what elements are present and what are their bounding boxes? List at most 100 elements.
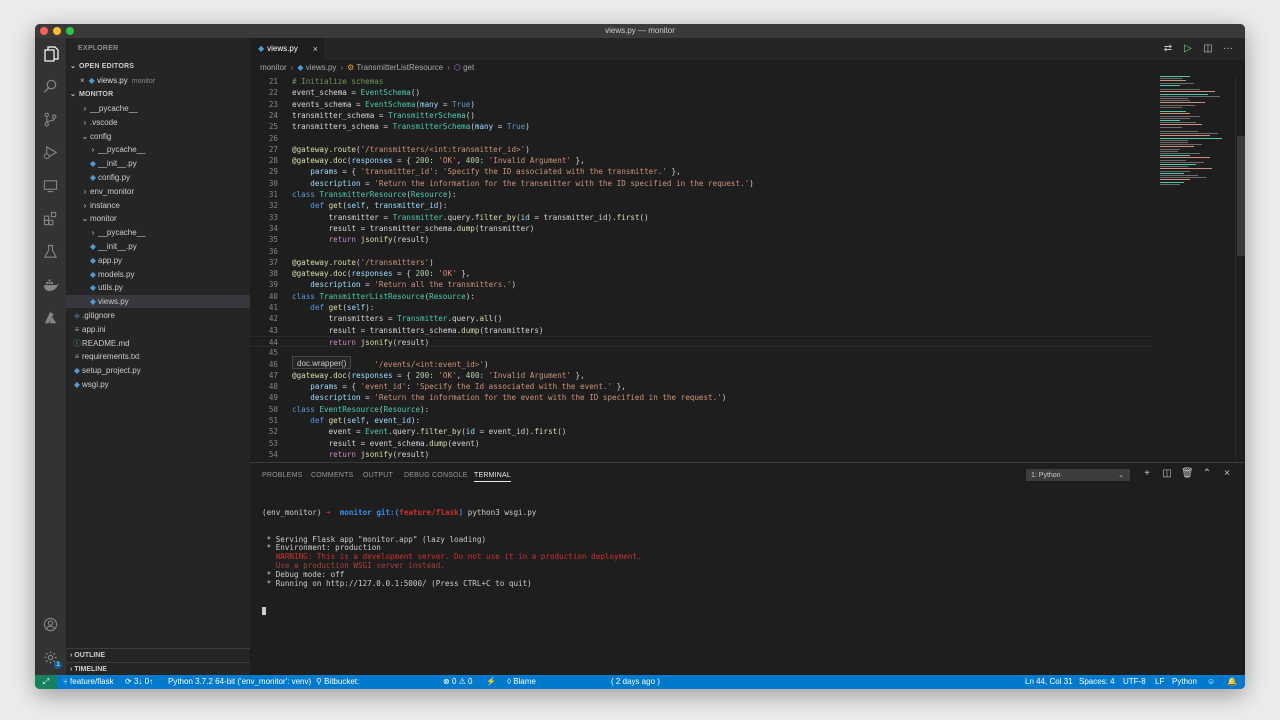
- tree-file[interactable]: ◆ wsgi.py: [66, 378, 250, 391]
- panel-tab-debug-console[interactable]: DEBUG CONSOLE: [404, 470, 468, 482]
- code-line[interactable]: 45: [250, 347, 1150, 358]
- minimap[interactable]: [1160, 76, 1235, 186]
- azure-icon[interactable]: [40, 307, 61, 328]
- extensions-icon[interactable]: [40, 208, 61, 229]
- panel-tab-output[interactable]: OUTPUT: [363, 470, 393, 482]
- code-line[interactable]: 48 params = { 'event_id': 'Specify the I…: [250, 381, 1150, 392]
- code-line[interactable]: 43 result = transmitters_schema.dump(tra…: [250, 325, 1150, 336]
- code-line[interactable]: 42 transmitters = Transmitter.query.all(…: [250, 313, 1150, 324]
- code-line[interactable]: 27 @gateway.route('/transmitters/<int:tra…: [250, 144, 1150, 155]
- tree-file[interactable]: ◆ views.py: [66, 295, 250, 309]
- code-line[interactable]: 54 return jsonify(result): [250, 449, 1150, 460]
- breadcrumb-folder[interactable]: monitor: [260, 63, 287, 72]
- run-file-icon[interactable]: ▷: [1182, 43, 1194, 55]
- split-editor-icon[interactable]: ◫: [1202, 43, 1214, 55]
- run-debug-icon[interactable]: [40, 142, 61, 163]
- tree-folder[interactable]: › __pycache__: [66, 102, 250, 115]
- code-line[interactable]: 37 @gateway.route('/transmitters'): [250, 257, 1150, 268]
- code-line[interactable]: 31 class TransmitterResource(Resource):: [250, 189, 1150, 200]
- tree-file[interactable]: ⓘREADME.md: [66, 337, 250, 350]
- code-line[interactable]: 32 def get(self, transmitter_id):: [250, 200, 1150, 211]
- more-actions-icon[interactable]: ···: [1222, 43, 1234, 55]
- code-line[interactable]: 35 return jsonify(result): [250, 234, 1150, 245]
- code-line[interactable]: 23 events_schema = EventSchema(many = Tru…: [250, 99, 1150, 110]
- outline-header[interactable]: › OUTLINE: [66, 648, 250, 661]
- timeline-header[interactable]: › TIMELINE: [66, 662, 250, 675]
- panel-tab-terminal[interactable]: TERMINAL: [474, 470, 511, 482]
- code-line[interactable]: 28 @gateway.doc(responses = { 200: 'OK', …: [250, 155, 1150, 166]
- problems-status[interactable]: ⊗ 0 ⚠ 0: [443, 675, 472, 689]
- panel-tab-comments[interactable]: COMMENTS: [311, 470, 353, 482]
- git-graph-icon[interactable]: ⚡: [486, 675, 496, 689]
- tree-folder[interactable]: ⌄ config: [66, 130, 250, 143]
- tree-file[interactable]: ◆ utils.py: [66, 281, 250, 294]
- tree-file[interactable]: ◆ config.py: [66, 171, 250, 184]
- close-icon[interactable]: ×: [80, 76, 85, 85]
- code-line[interactable]: 21 # Initialize schemas: [250, 76, 1150, 87]
- testing-icon[interactable]: [40, 241, 61, 262]
- tree-file[interactable]: ◆ setup_project.py: [66, 364, 250, 377]
- code-line[interactable]: 49 description = 'Return the information…: [250, 392, 1150, 403]
- code-line[interactable]: 50 class EventResource(Resource):: [250, 404, 1150, 415]
- feedback-icon[interactable]: ☺: [1207, 675, 1215, 689]
- account-icon[interactable]: [40, 614, 61, 635]
- breadcrumb-file[interactable]: views.py: [306, 63, 337, 72]
- code-line[interactable]: 36: [250, 246, 1150, 257]
- gear-icon[interactable]: 1: [40, 647, 62, 669]
- tree-file[interactable]: ◆ .gitignore: [66, 309, 250, 322]
- end-of-line[interactable]: LF: [1155, 675, 1164, 689]
- code-line[interactable]: 25 transmitters_schema = TransmitterSchem…: [250, 121, 1150, 132]
- tree-folder[interactable]: ⌄ monitor: [66, 212, 250, 225]
- project-header[interactable]: ⌄ MONITOR: [66, 89, 250, 101]
- close-icon[interactable]: ×: [313, 38, 318, 60]
- code-line[interactable]: 46 '/events/<int:event_id>'): [250, 359, 1150, 370]
- bitbucket-status[interactable]: ⚲ Bitbucket:: [316, 675, 359, 689]
- indentation[interactable]: Spaces: 4: [1079, 675, 1115, 689]
- split-terminal-icon[interactable]: ◫: [1161, 468, 1173, 480]
- code-line[interactable]: 52 event = Event.query.filter_by(id = ev…: [250, 426, 1150, 437]
- tree-folder[interactable]: › .vscode: [66, 116, 250, 129]
- code-line[interactable]: 24 transmitter_schema = TransmitterSchema…: [250, 110, 1150, 121]
- compare-changes-icon[interactable]: ⇄: [1162, 43, 1174, 55]
- tree-file[interactable]: ◆ __init__.py: [66, 240, 250, 253]
- code-line[interactable]: 44 return jsonify(result): [250, 335, 1150, 348]
- trash-icon[interactable]: 🗑: [1181, 468, 1194, 480]
- tab-views-py[interactable]: ◆ views.py ×: [250, 38, 324, 60]
- remote-explorer-icon[interactable]: [40, 175, 61, 196]
- blame-status[interactable]: ◊ Blame: [507, 675, 536, 689]
- tree-folder[interactable]: › __pycache__: [66, 226, 250, 239]
- close-panel-icon[interactable]: ×: [1221, 468, 1233, 480]
- code-line[interactable]: 34 result = transmitter_schema.dump(tran…: [250, 223, 1150, 234]
- terminal-output[interactable]: (env_monitor) ➜ monitor git:(feature/fla…: [262, 491, 641, 633]
- sync-status[interactable]: ⟳ 3↓ 0↑: [125, 675, 153, 689]
- python-interpreter[interactable]: Python 3.7.2 64-bit ('env_monitor': venv…: [168, 675, 311, 689]
- tree-file[interactable]: ≡ app.ini: [66, 323, 250, 336]
- tree-folder[interactable]: › __pycache__: [66, 143, 250, 156]
- chevron-up-icon[interactable]: ⌃: [1201, 468, 1213, 480]
- breadcrumb-class[interactable]: TransmitterListResource: [356, 63, 443, 72]
- source-control-icon[interactable]: [40, 109, 61, 130]
- explorer-icon[interactable]: [40, 43, 61, 64]
- bell-icon[interactable]: 🔔: [1227, 675, 1237, 689]
- code-line[interactable]: 41 def get(self):: [250, 302, 1150, 313]
- remote-indicator[interactable]: ⤢: [35, 675, 57, 689]
- terminal-select[interactable]: 1: Python ⌄: [1026, 469, 1130, 481]
- branch-status[interactable]: ⑂ feature/flask: [63, 675, 114, 689]
- code-line[interactable]: 33 transmitter = Transmitter.query.filte…: [250, 212, 1150, 223]
- new-terminal-icon[interactable]: +: [1141, 468, 1153, 480]
- tree-folder[interactable]: › env_monitor: [66, 185, 250, 198]
- tree-file[interactable]: ◆ __init__.py: [66, 157, 250, 170]
- language-mode[interactable]: Python: [1172, 675, 1197, 689]
- blame-time[interactable]: ( 2 days ago ): [611, 675, 660, 689]
- code-line[interactable]: 39 description = 'Return all the transmi…: [250, 279, 1150, 290]
- code-view[interactable]: 21 # Initialize schemas 22 event_schema = E…: [250, 76, 1150, 462]
- docker-icon[interactable]: [40, 274, 61, 295]
- scrollbar-thumb[interactable]: [1237, 136, 1245, 256]
- tree-file[interactable]: ◆ app.py: [66, 254, 250, 267]
- code-line[interactable]: 51 def get(self, event_id):: [250, 415, 1150, 426]
- editor-scrollbar[interactable]: [1235, 76, 1245, 462]
- panel-tab-problems[interactable]: PROBLEMS: [262, 470, 303, 482]
- code-line[interactable]: 30 description = 'Return the information…: [250, 178, 1150, 189]
- code-line[interactable]: 38 @gateway.doc(responses = { 200: 'OK' }…: [250, 268, 1150, 279]
- tree-folder[interactable]: › instance: [66, 199, 250, 212]
